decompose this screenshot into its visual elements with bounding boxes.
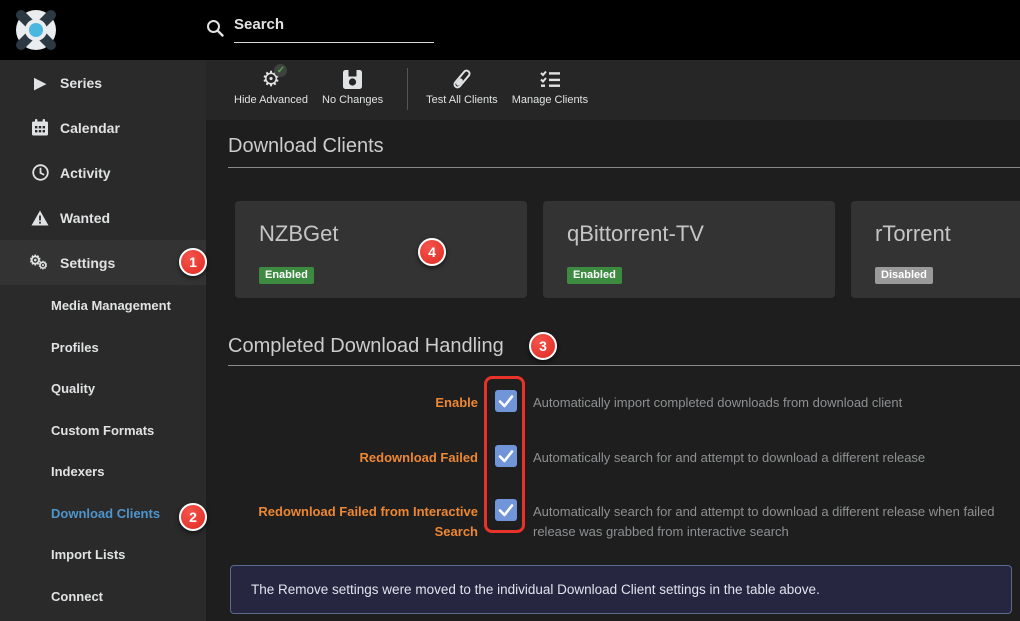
completed-download-handling-heading: Completed Download Handling: [228, 335, 1020, 366]
setting-label: Redownload Failed from Interactive Searc…: [206, 496, 478, 542]
sidebar-item-download-clients[interactable]: Download Clients: [0, 493, 206, 535]
sidebar-item-label: Wanted: [60, 210, 110, 226]
check-icon: [495, 390, 517, 412]
sidebar-item-activity[interactable]: Activity: [0, 150, 206, 195]
download-clients-heading: Download Clients: [228, 120, 1020, 168]
setting-help-text: Automatically search for and attempt to …: [533, 496, 1011, 542]
setting-help-text: Automatically search for and attempt to …: [533, 442, 1011, 468]
sidebar: ▶ Series Calendar Activity: [0, 60, 206, 621]
search-bar: Search: [206, 16, 434, 43]
status-badge: Enabled: [259, 267, 314, 284]
status-badge: Enabled: [567, 267, 622, 284]
toolbar-button-label: Manage Clients: [512, 94, 588, 107]
client-name: qBittorrent-TV: [567, 221, 811, 247]
annotation-marker-2: 2: [179, 503, 207, 531]
sonarr-logo[interactable]: [14, 8, 58, 52]
sidebar-item-media-management[interactable]: Media Management: [0, 285, 206, 327]
clock-icon: [28, 164, 52, 181]
search-icon: [206, 19, 224, 37]
play-icon: ▶: [28, 74, 52, 92]
page-toolbar: ⚙ ✓ Hide Advanced No Changes Test All Cl…: [206, 60, 1020, 120]
gears-icon: ⚙⚙: [28, 253, 52, 273]
warning-icon: [28, 210, 52, 226]
hide-advanced-button[interactable]: ⚙ ✓ Hide Advanced: [230, 60, 312, 120]
annotation-marker-3: 3: [529, 332, 557, 360]
completed-download-handling-form: Enable Automatically import completed do…: [206, 387, 1020, 565]
manage-clients-button[interactable]: Manage Clients: [508, 60, 592, 120]
client-cards-row: NZBGet Enabled qBittorrent-TV Enabled rT…: [235, 201, 1020, 298]
setting-row-redownload-failed-interactive: Redownload Failed from Interactive Searc…: [206, 496, 1020, 565]
sidebar-item-import-lists[interactable]: Import Lists: [0, 534, 206, 576]
no-changes-button[interactable]: No Changes: [318, 60, 387, 120]
sidebar-item-label: Settings: [60, 255, 115, 271]
info-banner: The Remove settings were moved to the in…: [230, 565, 1012, 614]
setting-label: Enable: [206, 387, 478, 413]
sidebar-item-indexers[interactable]: Indexers: [0, 451, 206, 493]
sidebar-item-label: Series: [60, 75, 102, 91]
client-card-qbittorrent-tv[interactable]: qBittorrent-TV Enabled: [543, 201, 835, 298]
client-card-nzbget[interactable]: NZBGet Enabled: [235, 201, 527, 298]
setting-row-redownload-failed: Redownload Failed Automatically search f…: [206, 442, 1020, 496]
sidebar-item-profiles[interactable]: Profiles: [0, 327, 206, 369]
check-icon: [495, 499, 517, 521]
test-all-clients-button[interactable]: Test All Clients: [422, 60, 502, 120]
app-header: Search: [0, 0, 1020, 60]
setting-row-enable: Enable Automatically import completed do…: [206, 387, 1020, 442]
enable-checkbox[interactable]: [495, 390, 517, 412]
settings-content: Download Clients NZBGet Enabled qBittorr…: [206, 120, 1020, 621]
sidebar-item-quality[interactable]: Quality: [0, 368, 206, 410]
client-card-rtorrent[interactable]: rTorrent Disabled: [851, 201, 1020, 298]
setting-label: Redownload Failed: [206, 442, 478, 468]
sidebar-item-wanted[interactable]: Wanted: [0, 195, 206, 240]
manage-list-icon: [540, 66, 560, 92]
toolbar-button-label: Test All Clients: [426, 94, 498, 107]
toolbar-button-label: Hide Advanced: [234, 94, 308, 107]
status-badge: Disabled: [875, 267, 933, 284]
annotation-marker-1: 1: [179, 248, 207, 276]
advanced-gear-check-icon: ⚙ ✓: [262, 66, 281, 92]
sidebar-item-label: Activity: [60, 165, 111, 181]
toolbar-separator: [407, 68, 408, 110]
sidebar-item-calendar[interactable]: Calendar: [0, 105, 206, 150]
save-floppy-icon: [343, 66, 362, 92]
calendar-icon: [28, 119, 52, 136]
test-tube-icon: [451, 66, 473, 92]
check-icon: [495, 445, 517, 467]
setting-help-text: Automatically import completed downloads…: [533, 387, 1011, 413]
sidebar-item-connect[interactable]: Connect: [0, 576, 206, 618]
sidebar-item-custom-formats[interactable]: Custom Formats: [0, 410, 206, 452]
client-name: NZBGet: [259, 221, 503, 247]
toolbar-button-label: No Changes: [322, 94, 383, 107]
sidebar-item-label: Calendar: [60, 120, 120, 136]
sidebar-item-series[interactable]: ▶ Series: [0, 60, 206, 105]
annotation-marker-4: 4: [418, 238, 446, 266]
search-input[interactable]: Search: [234, 16, 434, 43]
client-name: rTorrent: [875, 221, 1020, 247]
redownload-failed-checkbox[interactable]: [495, 445, 517, 467]
sidebar-item-settings[interactable]: ⚙⚙ Settings: [0, 240, 206, 285]
redownload-failed-interactive-checkbox[interactable]: [495, 499, 517, 521]
